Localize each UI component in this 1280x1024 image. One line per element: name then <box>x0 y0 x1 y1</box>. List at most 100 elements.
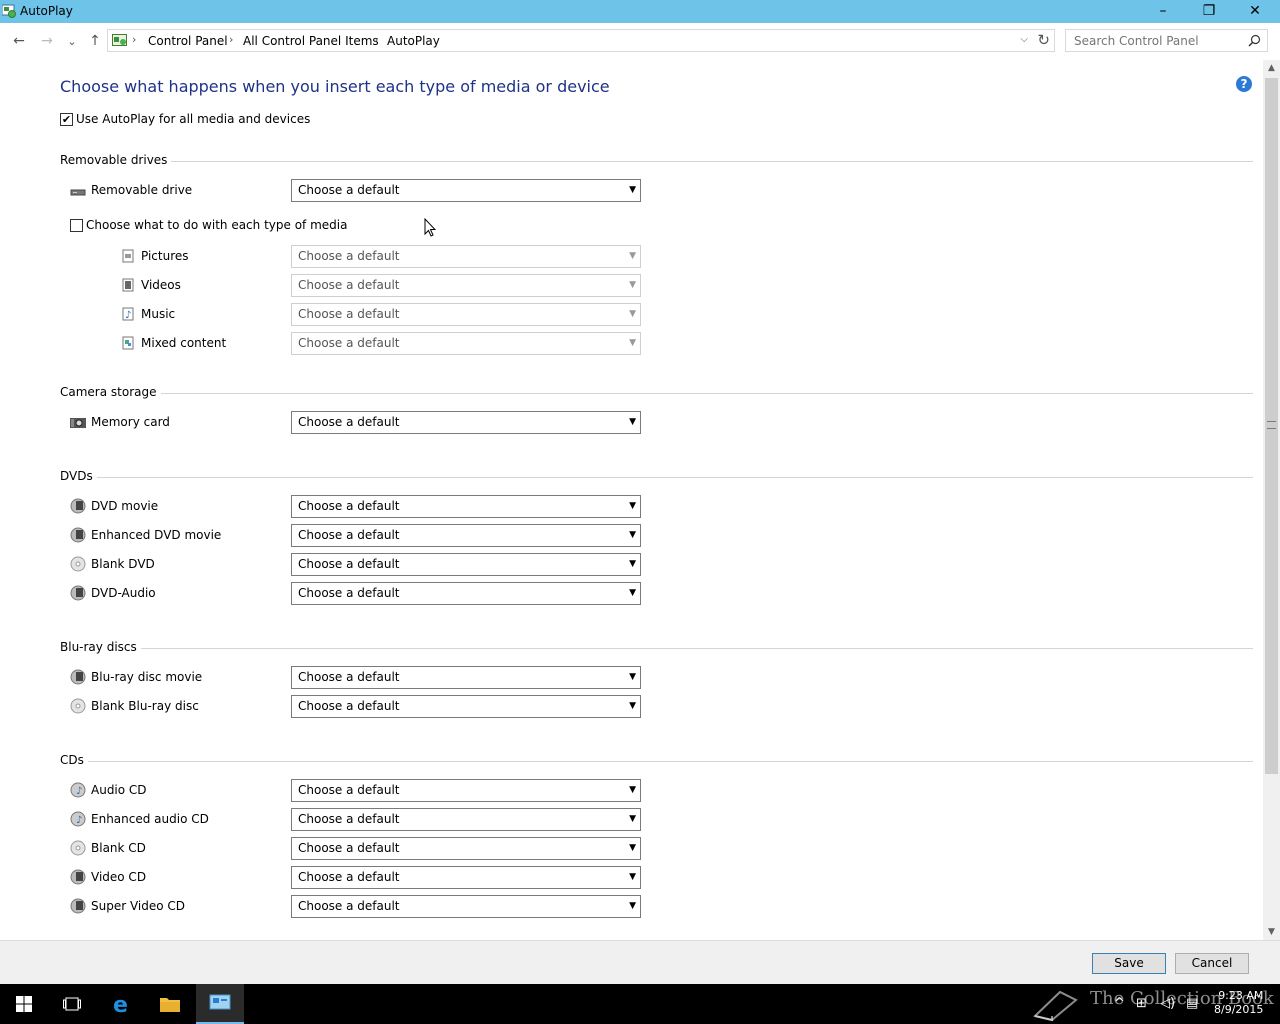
address-bar[interactable]: › Control Panel › All Control Panel Item… <box>107 29 1055 52</box>
breadcrumb-all-items[interactable]: All Control Panel Items <box>243 34 379 48</box>
control-panel-icon[interactable] <box>209 994 231 1012</box>
row-removable-drive: Removable drive <box>70 182 192 198</box>
watermark-book-icon <box>1032 990 1078 1022</box>
minimize-button[interactable]: – <box>1140 0 1186 22</box>
forward-button[interactable]: → <box>37 31 57 51</box>
section-divider <box>60 648 1253 649</box>
row-dvd-movie: DVD movie <box>70 498 158 514</box>
edge-icon[interactable]: e <box>111 993 133 1015</box>
chevron-down-icon: ▼ <box>629 309 636 319</box>
blu-ray-movie-select[interactable]: Choose a default ▼ <box>291 666 641 689</box>
audio-cd-icon: ♪ <box>70 782 86 798</box>
vertical-scrollbar[interactable]: ▲ ▼ <box>1263 60 1280 940</box>
memory-card-select[interactable]: Choose a default ▼ <box>291 411 641 434</box>
checkbox-box[interactable] <box>70 218 83 232</box>
dvd-audio-icon <box>70 585 86 601</box>
enhanced-dvd-movie-icon <box>70 527 86 543</box>
blank-dvd-select[interactable]: Choose a default ▼ <box>291 553 641 576</box>
enhanced-dvd-movie-select[interactable]: Choose a default ▼ <box>291 524 641 547</box>
scroll-up-icon[interactable]: ▲ <box>1263 60 1280 76</box>
enhanced-audio-cd-icon: ♪ <box>70 811 86 827</box>
search-box[interactable] <box>1065 29 1268 52</box>
chevron-down-icon: ▼ <box>629 338 636 348</box>
row-super-video-cd: Super Video CD <box>70 898 185 914</box>
media-type-checkbox[interactable]: Choose what to do with each type of medi… <box>70 218 347 232</box>
pictures-select[interactable]: Choose a default ▼ <box>291 245 641 268</box>
up-button[interactable]: ↑ <box>85 31 105 51</box>
row-blank-blu-ray: Blank Blu-ray disc <box>70 698 199 714</box>
autoplay-app-icon <box>2 4 16 18</box>
section-heading-removable-drives: Removable drives <box>60 153 172 167</box>
row-pictures: Pictures <box>120 248 189 264</box>
folder-icon[interactable] <box>160 996 180 1012</box>
help-icon[interactable]: ? <box>1236 76 1252 92</box>
show-hidden-icons-icon[interactable]: ^ <box>1114 996 1125 1011</box>
blank-dvd-icon <box>70 556 86 572</box>
blank-cd-select[interactable]: Choose a default ▼ <box>291 837 641 860</box>
mixed-content-select[interactable]: Choose a default ▼ <box>291 332 641 355</box>
video-cd-select[interactable]: Choose a default ▼ <box>291 866 641 889</box>
breadcrumb-control-panel[interactable]: Control Panel <box>148 34 228 48</box>
search-icon[interactable] <box>1248 34 1261 47</box>
action-center-icon[interactable]: ▤ <box>1186 996 1198 1011</box>
chevron-down-icon: ▼ <box>629 559 636 569</box>
section-heading-blu-ray-discs: Blu-ray discs <box>60 640 141 654</box>
refresh-icon[interactable]: ↻ <box>1037 31 1050 49</box>
volume-icon[interactable]: ◁) <box>1160 996 1175 1011</box>
row-videos: Videos <box>120 277 181 293</box>
save-button[interactable]: Save <box>1092 953 1166 974</box>
use-autoplay-label: Use AutoPlay for all media and devices <box>76 112 311 126</box>
camera-icon <box>70 418 86 428</box>
back-button[interactable]: ← <box>9 31 29 51</box>
super-video-cd-icon <box>70 898 86 914</box>
start-button[interactable] <box>0 984 48 1024</box>
dvd-movie-select[interactable]: Choose a default ▼ <box>291 495 641 518</box>
chevron-down-icon: ▼ <box>629 701 636 711</box>
use-autoplay-checkbox[interactable]: ✔ Use AutoPlay for all media and devices <box>60 112 310 126</box>
chevron-down-icon: ▼ <box>629 280 636 290</box>
blu-ray-movie-icon <box>70 669 86 685</box>
dialog-footer: Save Cancel <box>0 940 1280 984</box>
videos-select[interactable]: Choose a default ▼ <box>291 274 641 297</box>
pictures-icon <box>122 249 134 263</box>
edge-taskbar-button[interactable]: e <box>98 984 146 1024</box>
file-explorer-taskbar-button[interactable] <box>146 984 194 1024</box>
mixed-content-icon <box>122 336 134 350</box>
dvd-audio-select[interactable]: Choose a default ▼ <box>291 582 641 605</box>
scroll-down-icon[interactable]: ▼ <box>1263 924 1280 940</box>
task-view-icon[interactable] <box>63 997 81 1011</box>
super-video-cd-select[interactable]: Choose a default ▼ <box>291 895 641 918</box>
windows-logo-icon[interactable] <box>16 996 32 1012</box>
removable-drive-select[interactable]: Choose a default ▼ <box>291 179 641 202</box>
row-blu-ray-movie: Blu-ray disc movie <box>70 669 202 685</box>
taskbar-clock[interactable]: 9:23 AM 8/9/2015 <box>1214 989 1263 1017</box>
chevron-down-icon: ▼ <box>629 251 636 261</box>
chevron-down-icon: ▼ <box>629 588 636 598</box>
chevron-down-icon: ▼ <box>629 872 636 882</box>
section-divider <box>60 393 1253 394</box>
audio-cd-select[interactable]: Choose a default ▼ <box>291 779 641 802</box>
page-title: Choose what happens when you insert each… <box>60 77 610 96</box>
row-dvd-audio: DVD-Audio <box>70 585 156 601</box>
recent-locations-button[interactable]: ⌄ <box>62 31 82 51</box>
network-icon[interactable]: ⊞ <box>1136 996 1147 1011</box>
row-music: ♪ Music <box>120 306 175 322</box>
section-divider <box>60 761 1253 762</box>
address-history-chevron-icon[interactable]: ⌵ <box>1020 34 1028 45</box>
chevron-down-icon: ▼ <box>629 901 636 911</box>
maximize-button[interactable]: ❐ <box>1186 0 1232 22</box>
task-view-button[interactable] <box>48 984 96 1024</box>
breadcrumb-autoplay[interactable]: AutoPlay <box>387 34 440 48</box>
close-button[interactable]: ✕ <box>1232 0 1278 22</box>
row-mixed-content: Mixed content <box>120 335 226 351</box>
control-panel-taskbar-button[interactable] <box>196 984 244 1024</box>
enhanced-audio-cd-select[interactable]: Choose a default ▼ <box>291 808 641 831</box>
svg-text:e: e <box>113 993 128 1015</box>
blank-blu-ray-select[interactable]: Choose a default ▼ <box>291 695 641 718</box>
cancel-button[interactable]: Cancel <box>1175 953 1249 974</box>
breadcrumb-separator-icon: › <box>132 33 137 46</box>
svg-text:♪: ♪ <box>76 815 82 826</box>
checkmark-icon[interactable]: ✔ <box>60 112 73 126</box>
music-select[interactable]: Choose a default ▼ <box>291 303 641 326</box>
search-input[interactable] <box>1066 30 1246 51</box>
